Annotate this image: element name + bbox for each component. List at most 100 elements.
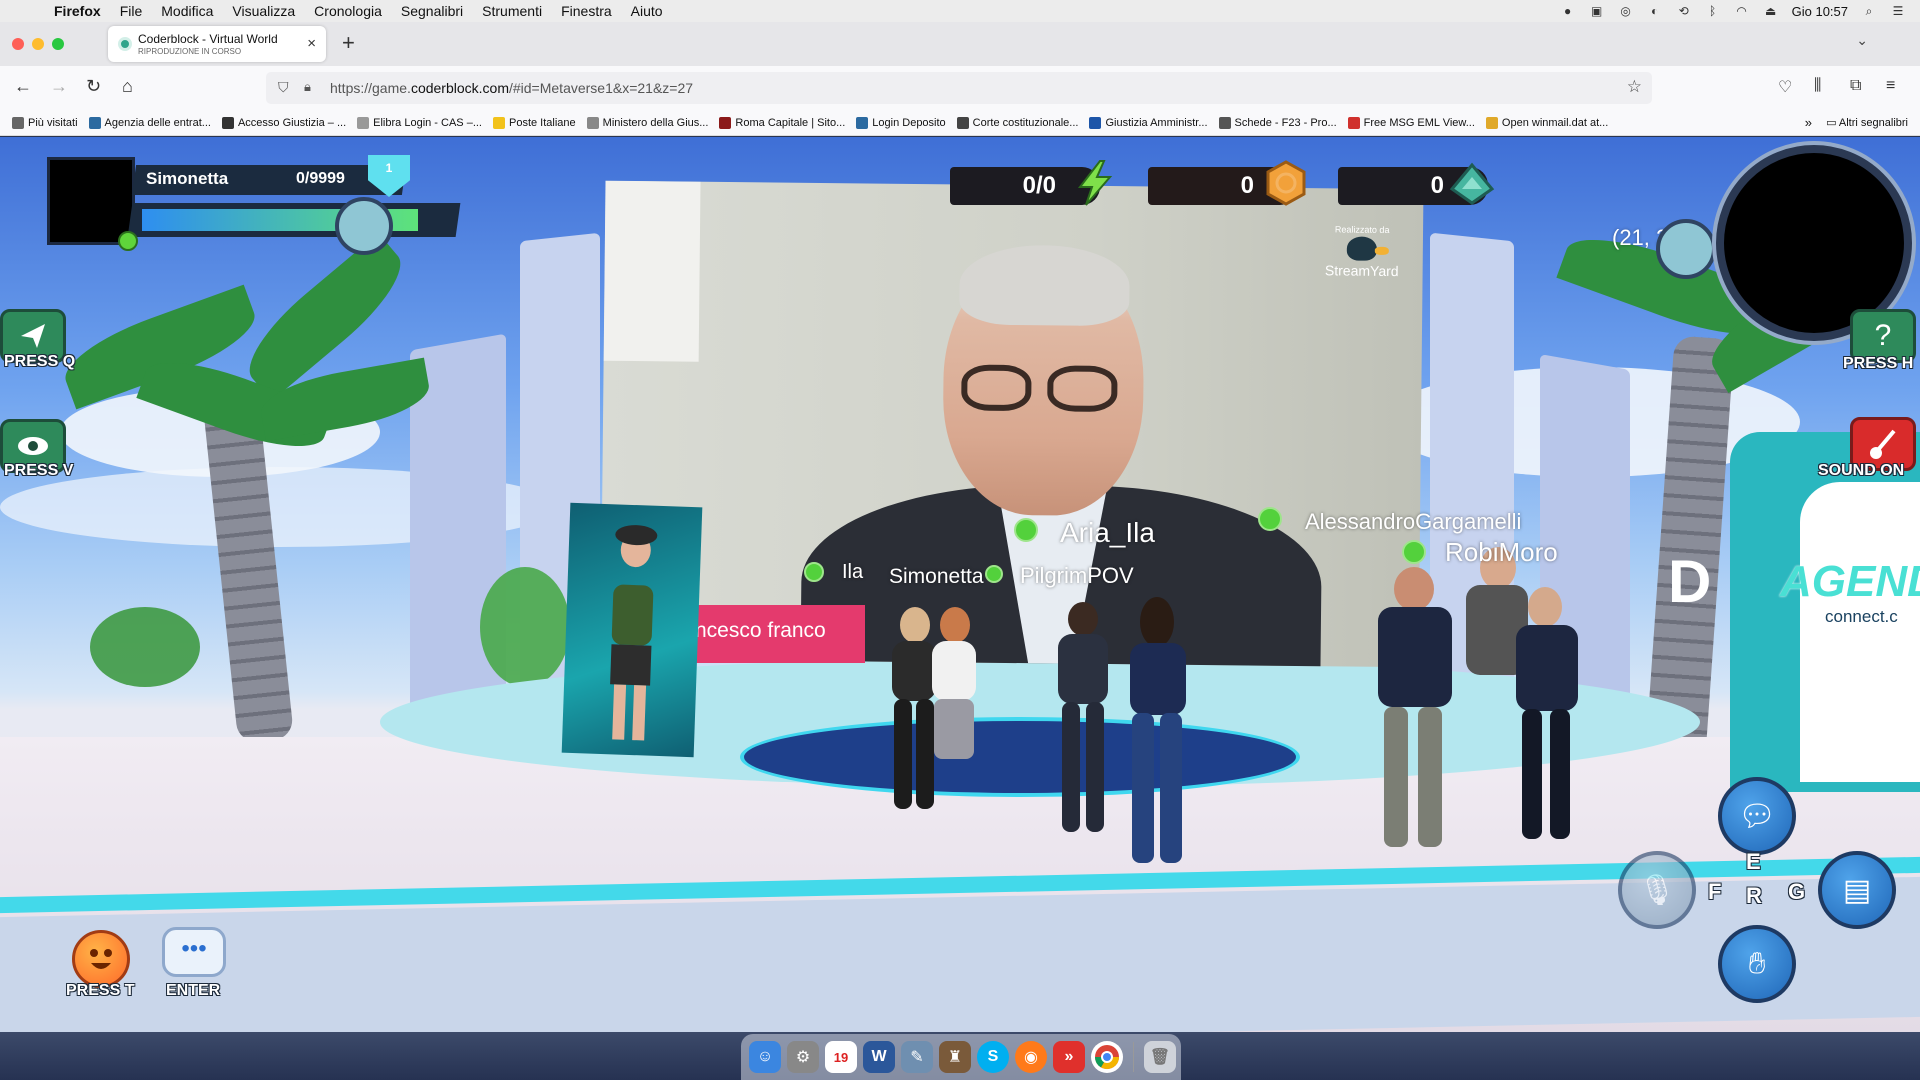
game-canvas[interactable]: Realizzato da StreamYard ncesco franco A…: [0, 137, 1920, 1032]
winmail-icon: [1485, 116, 1498, 129]
bookmark-item[interactable]: Free MSG EML View...: [1347, 116, 1475, 129]
speech-bubble-icon: 💬︎: [1737, 799, 1777, 833]
chat-button[interactable]: •••: [162, 927, 226, 977]
preview-icon[interactable]: ✎: [901, 1041, 933, 1073]
firefox-icon[interactable]: ◉: [1015, 1041, 1047, 1073]
lock-icon[interactable]: 🔒︎: [304, 79, 311, 95]
window-close-button[interactable]: [12, 38, 24, 50]
back-icon[interactable]: ←: [14, 76, 32, 97]
eye-icon: [18, 437, 48, 455]
menu-segnalibri[interactable]: Segnalibri: [401, 3, 463, 19]
bookmark-item[interactable]: Schede - F23 - Pro...: [1218, 116, 1337, 129]
avatar-head: [1528, 587, 1562, 627]
url-text[interactable]: https://game.coderblock.com/#id=Metavers…: [330, 80, 693, 96]
browser-tab-coderblock[interactable]: Coderblock - Virtual World RIPRODUZIONE …: [108, 26, 326, 62]
bookmarks-toolbar: Più visitati Agenzia delle entrat... Acc…: [0, 110, 1920, 136]
avatar-leg: [1132, 713, 1154, 863]
wifi-icon[interactable]: ◠: [1734, 4, 1750, 18]
tab-close-icon[interactable]: ×: [307, 35, 316, 52]
live-video-screen[interactable]: Realizzato da StreamYard: [600, 180, 1424, 668]
menu-file[interactable]: File: [120, 3, 143, 19]
menu-strumenti[interactable]: Strumenti: [482, 3, 542, 19]
avatar-leg: [1522, 709, 1542, 839]
avatar-head: [940, 607, 970, 643]
other-bookmarks-folder[interactable]: ▭ Altri segnalibri: [1826, 116, 1908, 129]
time-machine-icon[interactable]: ⟲: [1676, 4, 1692, 18]
profile-card-button[interactable]: ▤: [1818, 851, 1896, 929]
extensions-icon[interactable]: ⧉: [1850, 77, 1861, 95]
speaker-hair: [959, 244, 1130, 327]
video-background-window: [603, 180, 701, 362]
bookmark-item[interactable]: Poste Italiane: [493, 116, 576, 129]
menu-app-firefox[interactable]: Firefox: [54, 3, 101, 19]
menu-finestra[interactable]: Finestra: [561, 3, 612, 19]
avatar-body: [1378, 607, 1452, 707]
tab-title: Coderblock - Virtual World: [138, 32, 278, 46]
app-menu-icon[interactable]: ≡: [1886, 77, 1895, 95]
word-icon[interactable]: W: [863, 1041, 895, 1073]
menu-aiuto[interactable]: Aiuto: [631, 3, 663, 19]
tracking-protection-icon[interactable]: ⛉: [278, 79, 289, 96]
wordpress-icon[interactable]: ◎: [1618, 4, 1634, 18]
chat-people-button[interactable]: 💬︎: [1718, 777, 1796, 855]
guitar-icon: [1870, 429, 1896, 459]
bluetooth-icon[interactable]: ᛒ: [1705, 4, 1721, 18]
spotlight-search-icon[interactable]: ⌕: [1861, 4, 1877, 18]
giustizia-icon: [221, 116, 234, 129]
trash-icon[interactable]: 🗑︎: [1144, 1041, 1176, 1073]
anydesk-icon[interactable]: »: [1053, 1041, 1085, 1073]
google-icon: [586, 116, 599, 129]
bookmark-star-icon[interactable]: ☆: [1627, 77, 1642, 97]
bookmark-item[interactable]: Elibra Login - CAS –...: [357, 116, 482, 129]
bookmark-item[interactable]: Ministero della Gius...: [586, 116, 708, 129]
bookmark-item[interactable]: Giustizia Amministr...: [1089, 116, 1208, 129]
pocket-icon[interactable]: ♡: [1778, 77, 1792, 97]
list-all-tabs-icon[interactable]: ⌄: [1856, 32, 1868, 49]
skype-icon[interactable]: S: [977, 1041, 1009, 1073]
menubar-tray: ● ▣ ◎ ◐ ⟲ ᛒ ◠ ⏏ Gio 10:57 ⌕ ☰: [1560, 0, 1906, 22]
url-bar[interactable]: ⛉ 🔒︎ https://game.coderblock.com/#id=Met…: [266, 72, 1652, 104]
bookmark-item[interactable]: Login Deposito: [856, 116, 946, 129]
voice-button[interactable]: 🎙︎: [1618, 851, 1696, 929]
bookmarks-overflow-icon[interactable]: »: [1805, 115, 1812, 130]
home-icon[interactable]: ⌂: [122, 76, 133, 97]
avatar-leg: [1550, 709, 1570, 839]
hand-wave-icon: ✋︎: [1748, 947, 1766, 980]
bookmark-item[interactable]: Roma Capitale | Sito...: [719, 116, 845, 129]
library-icon[interactable]: ⫼: [1814, 77, 1821, 95]
new-tab-button[interactable]: +: [342, 30, 355, 56]
bookmark-item[interactable]: Più visitati: [12, 116, 78, 129]
forward-icon[interactable]: →: [50, 76, 68, 97]
bookmark-item[interactable]: Accesso Giustizia – ...: [221, 116, 346, 129]
system-preferences-icon[interactable]: ⚙: [787, 1041, 819, 1073]
avatar-name-tag: RobiMoro: [1445, 537, 1558, 567]
reload-icon[interactable]: ↻: [86, 76, 101, 97]
shazam-icon[interactable]: ●: [1560, 4, 1576, 18]
bookmark-item[interactable]: Agenzia delle entrat...: [88, 116, 211, 129]
speaker-glasses: [961, 364, 1032, 412]
calendar-icon[interactable]: 19: [825, 1041, 857, 1073]
menu-cronologia[interactable]: Cronologia: [314, 3, 382, 19]
emoji-button[interactable]: [72, 930, 130, 988]
eject-icon[interactable]: ⏏: [1763, 4, 1779, 18]
login-deposito-icon: [856, 116, 869, 129]
sync-icon[interactable]: ◐: [1647, 4, 1663, 18]
window-zoom-button[interactable]: [52, 38, 64, 50]
control-center-icon[interactable]: ☰: [1890, 4, 1906, 18]
chrome-icon[interactable]: [1091, 1041, 1123, 1073]
finder-icon[interactable]: ☺: [749, 1041, 781, 1073]
avatar-online-dot: [804, 562, 824, 582]
bookmark-item[interactable]: Corte costituzionale...: [956, 116, 1078, 129]
wave-button[interactable]: ✋︎: [1718, 925, 1796, 1003]
lock-app-icon[interactable]: ▣: [1589, 4, 1605, 18]
menu-visualizza[interactable]: Visualizza: [232, 3, 295, 19]
avatar-skirt: [934, 699, 974, 759]
window-minimize-button[interactable]: [32, 38, 44, 50]
avatar-online-dot: [985, 565, 1003, 583]
menubar-clock[interactable]: Gio 10:57: [1792, 4, 1848, 19]
script-editor-icon[interactable]: ♜: [939, 1041, 971, 1073]
menu-modifica[interactable]: Modifica: [161, 3, 213, 19]
coin-icon: [1266, 160, 1306, 206]
avatar-leg: [1160, 713, 1182, 863]
bookmark-item[interactable]: Open winmail.dat at...: [1485, 116, 1608, 129]
